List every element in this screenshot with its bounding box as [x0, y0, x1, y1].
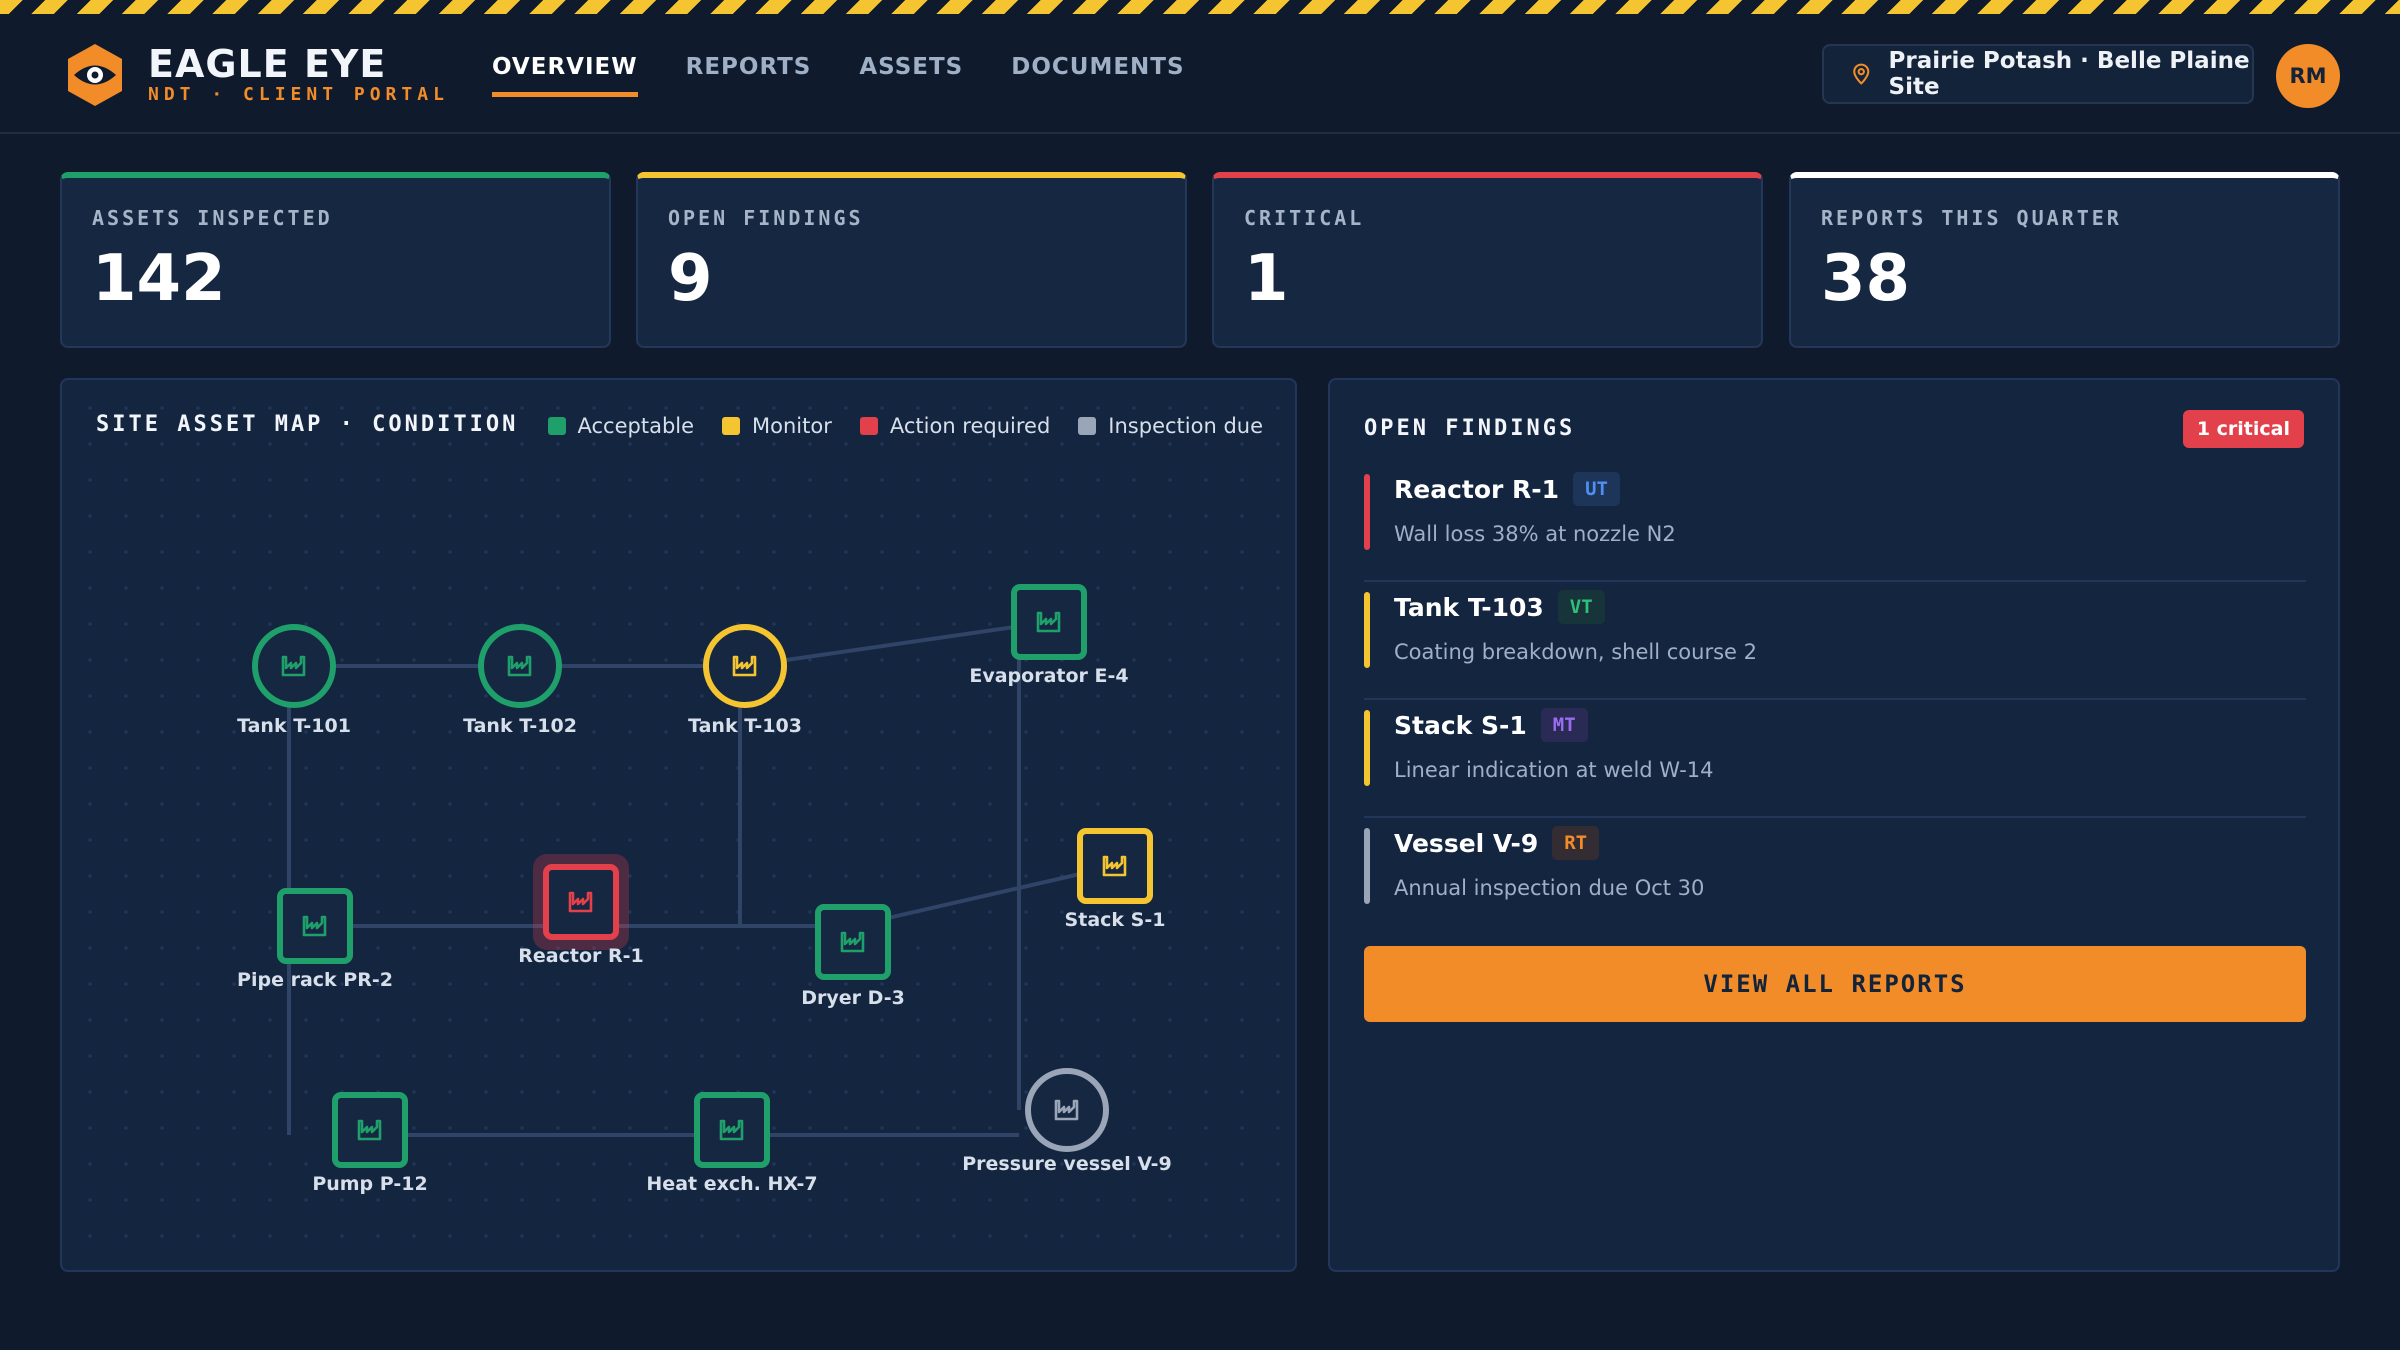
legend-acceptable: Acceptable: [547, 414, 695, 438]
legend-label: Acceptable: [577, 414, 695, 438]
finding-description: Wall loss 38% at nozzle N2: [1394, 522, 1676, 546]
map-title: SITE ASSET MAP · CONDITION: [96, 412, 519, 437]
brand-name: EAGLE EYE: [148, 42, 387, 86]
legend-label: Action required: [889, 414, 1051, 438]
hazard-stripe: [0, 0, 2400, 14]
asset-label: Reactor R-1: [518, 945, 643, 967]
legend-swatch: [1078, 417, 1097, 435]
stat-value: 9: [668, 242, 713, 316]
finding-description: Coating breakdown, shell course 2: [1394, 640, 1757, 664]
asset-node-evaporator-e-4[interactable]: Evaporator E-4: [969, 584, 1129, 687]
method-badge: RT: [1552, 826, 1600, 860]
asset-node-pressure-vessel-v-9[interactable]: Pressure vessel V-9: [962, 1068, 1172, 1175]
stat-label: OPEN FINDINGS: [668, 206, 864, 230]
severity-bar: [1364, 592, 1370, 668]
pipe-connection: [744, 620, 1050, 668]
legend-action-required: Action required: [859, 414, 1051, 438]
stat-cards: ASSETS INSPECTED 142 OPEN FINDINGS 9 CRI…: [60, 172, 2340, 348]
legend-swatch: [859, 417, 878, 435]
legend-label: Inspection due: [1108, 414, 1263, 438]
asset-label: Heat exch. HX-7: [646, 1173, 817, 1195]
legend-swatch: [547, 417, 566, 435]
method-badge: UT: [1573, 472, 1620, 506]
finding-asset: Reactor R-1: [1394, 474, 1560, 504]
asset-node-reactor-r-1[interactable]: Reactor R-1: [518, 854, 644, 967]
stat-card-reports-this-quarter: REPORTS THIS QUARTER 38: [1789, 172, 2340, 348]
asset-label: Pump P-12: [312, 1173, 427, 1195]
asset-label: Pressure vessel V-9: [962, 1153, 1172, 1175]
stat-card-critical: CRITICAL 1: [1212, 172, 1763, 348]
map-legend: Acceptable Monitor Action required Inspe…: [520, 414, 1263, 438]
legend-inspection-due: Inspection due: [1078, 414, 1263, 438]
asset-label: Evaporator E-4: [969, 665, 1128, 687]
brand-subtitle: NDT · CLIENT PORTAL: [148, 84, 449, 105]
tab-overview[interactable]: OVERVIEW: [492, 54, 638, 97]
finding-description: Annual inspection due Oct 30: [1394, 876, 1705, 900]
finding-asset: Tank T-103: [1394, 592, 1544, 622]
stat-card-open-findings: OPEN FINDINGS 9: [636, 172, 1187, 348]
main-nav: OVERVIEW REPORTS ASSETS DOCUMENTS: [492, 54, 1233, 97]
site-asset-map: Tank T-101 Tank T-102 Tank T-103 Evaporator…: [237, 584, 1172, 1195]
asset-node-dryer-d-3[interactable]: Dryer D-3: [801, 904, 905, 1009]
finding-item[interactable]: Reactor R-1 UT Wall loss 38% at nozzle N…: [1364, 464, 2306, 582]
asset-label: Dryer D-3: [801, 987, 905, 1009]
view-all-reports-button[interactable]: VIEW ALL REPORTS: [1364, 946, 2306, 1022]
tab-assets[interactable]: ASSETS: [859, 54, 963, 97]
tab-reports[interactable]: REPORTS: [686, 54, 812, 97]
asset-node-tank-t-103[interactable]: Tank T-103: [688, 624, 802, 737]
asset-label: Tank T-102: [463, 715, 577, 737]
asset-label: Pipe rack PR-2: [237, 969, 393, 991]
stat-value: 142: [92, 242, 226, 316]
stat-card-assets-inspected: ASSETS INSPECTED 142: [60, 172, 611, 348]
legend-swatch: [722, 417, 741, 435]
map-pin-icon: [1853, 63, 1870, 85]
asset-node-heat-exch-hx-7[interactable]: Heat exch. HX-7: [646, 1092, 818, 1195]
method-badge: VT: [1557, 590, 1605, 624]
finding-item[interactable]: Tank T-103 VT Coating breakdown, shell c…: [1364, 582, 2306, 700]
severity-bar: [1364, 710, 1370, 786]
site-name: Prairie Potash · Belle Plaine Site: [1888, 48, 2250, 100]
finding-item[interactable]: Stack S-1 MT Linear indication at weld W…: [1364, 700, 2306, 818]
critical-count-badge: 1 critical: [2182, 410, 2304, 448]
finding-item[interactable]: Vessel V-9 RT Annual inspection due Oct …: [1364, 818, 2306, 936]
asset-node-tank-t-101[interactable]: Tank T-101: [237, 624, 351, 737]
severity-bar: [1364, 828, 1370, 904]
stat-label: CRITICAL: [1244, 206, 1365, 230]
asset-label: Tank T-101: [237, 715, 351, 737]
brand[interactable]: EAGLE EYE NDT · CLIENT PORTAL: [62, 42, 449, 108]
stat-value: 1: [1244, 242, 1289, 316]
findings-title: OPEN FINDINGS: [1364, 416, 1576, 441]
finding-asset: Stack S-1: [1394, 710, 1527, 740]
tab-documents[interactable]: DOCUMENTS: [1011, 54, 1184, 97]
asset-label: Tank T-103: [688, 715, 802, 737]
top-bar: EAGLE EYE NDT · CLIENT PORTAL OVERVIEW R…: [0, 14, 2400, 134]
stat-label: ASSETS INSPECTED: [92, 206, 333, 230]
open-findings-panel: OPEN FINDINGS 1 critical Reactor R-1 UT …: [1328, 378, 2340, 1272]
stat-label: REPORTS THIS QUARTER: [1821, 206, 2122, 230]
legend-label: Monitor: [752, 414, 832, 438]
site-selector[interactable]: Prairie Potash · Belle Plaine Site: [1822, 44, 2254, 104]
legend-monitor: Monitor: [722, 414, 832, 438]
severity-bar: [1364, 474, 1370, 550]
stat-value: 38: [1821, 242, 1911, 316]
asset-label: Stack S-1: [1065, 909, 1166, 931]
asset-node-pump-p-12[interactable]: Pump P-12: [312, 1092, 428, 1195]
user-avatar[interactable]: RM: [2276, 44, 2340, 108]
asset-node-tank-t-102[interactable]: Tank T-102: [463, 624, 577, 737]
asset-node-stack-s-1[interactable]: Stack S-1: [1065, 828, 1166, 931]
method-badge: MT: [1540, 708, 1588, 742]
site-asset-map-panel: Tank T-101 Tank T-102 Tank T-103 Evaporator…: [60, 378, 1297, 1272]
eagle-eye-logo-icon: [68, 44, 122, 106]
asset-node-pipe-rack-pr-2[interactable]: Pipe rack PR-2: [237, 888, 393, 991]
finding-asset: Vessel V-9: [1394, 828, 1539, 858]
finding-description: Linear indication at weld W-14: [1394, 758, 1714, 782]
